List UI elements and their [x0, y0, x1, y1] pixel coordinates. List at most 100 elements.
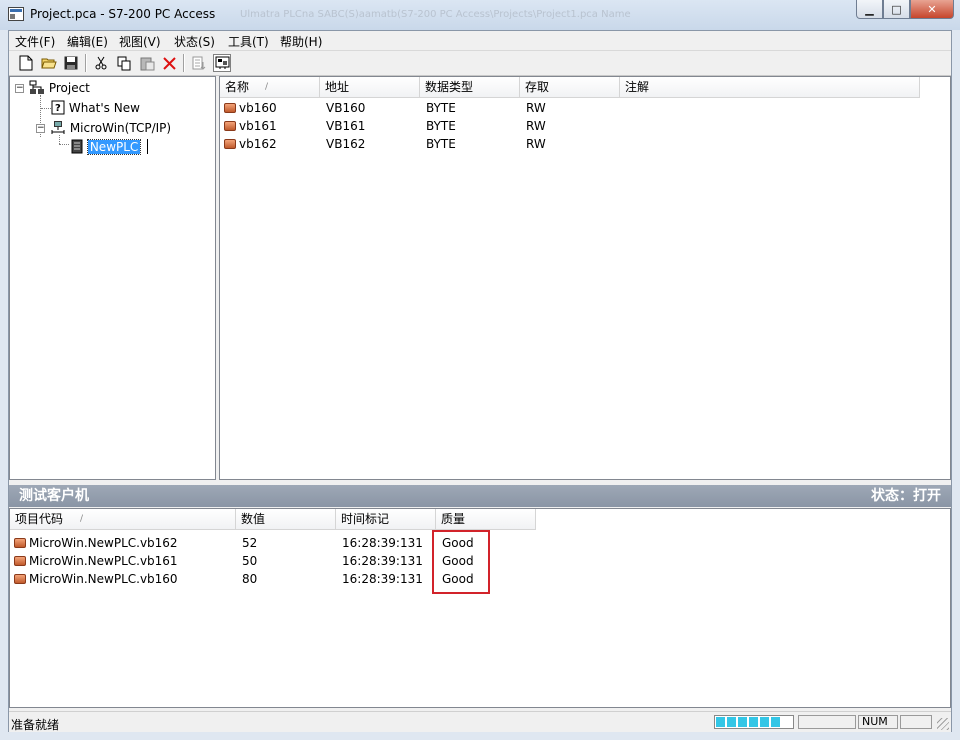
- item-value: 50: [242, 554, 258, 568]
- column-header-timestamp[interactable]: 时间标记: [336, 509, 436, 530]
- tree-guide-line: [41, 108, 51, 109]
- item-access: RW: [526, 101, 546, 115]
- progress-segment: [727, 717, 736, 727]
- item-name: vb160: [239, 101, 277, 115]
- sort-arrow-icon: /: [265, 82, 269, 92]
- tree-label-plc[interactable]: NewPLC: [86, 139, 142, 155]
- cut-button[interactable]: [92, 54, 110, 72]
- project-tree[interactable]: − Project ? What's New − MicroWin(TCP/IP…: [9, 76, 216, 480]
- new-file-icon: [19, 55, 33, 71]
- network-connection-icon: [51, 121, 65, 134]
- column-header-address[interactable]: 地址: [320, 77, 420, 98]
- title-ghost-text: Ulmatra PLCna SABC(S)aamatb(S7-200 PC Ac…: [240, 9, 631, 20]
- delete-button[interactable]: [160, 54, 178, 72]
- tree-guide-line: [59, 144, 69, 145]
- tree-item-plc[interactable]: NewPLC: [70, 139, 142, 155]
- test-client-icon: [215, 56, 229, 69]
- tree-item-whats-new[interactable]: ? What's New: [51, 100, 140, 115]
- tree-collapse-toggle-project[interactable]: −: [15, 84, 24, 93]
- column-header-comment[interactable]: 注解: [620, 77, 920, 98]
- minimize-icon: ▁: [865, 2, 874, 16]
- column-header-label: 项目代码: [15, 512, 64, 526]
- tag-icon: [14, 556, 26, 566]
- menu-bar: 文件(F) 编辑(E) 视图(V) 状态(S) 工具(T) 帮助(H): [9, 31, 951, 51]
- item-datatype: BYTE: [426, 137, 456, 151]
- column-header-label: 数据类型: [425, 80, 474, 94]
- tag-icon: [14, 574, 26, 584]
- minimize-button[interactable]: ▁: [856, 0, 883, 19]
- project-icon: [29, 80, 44, 94]
- close-button[interactable]: ✕: [910, 0, 954, 19]
- progress-segment: [738, 717, 747, 727]
- menu-status[interactable]: 状态(S): [174, 33, 215, 50]
- column-header-label: 时间标记: [341, 512, 390, 526]
- toolbar-separator: [183, 54, 185, 72]
- plc-icon: [71, 139, 83, 154]
- item-timestamp: 16:28:39:131: [342, 572, 423, 586]
- new-file-button[interactable]: [17, 54, 35, 72]
- column-header-name[interactable]: 名称 /: [220, 77, 320, 98]
- test-client-button[interactable]: [213, 54, 231, 72]
- item-timestamp: 16:28:39:131: [342, 536, 423, 550]
- column-header-item-id[interactable]: 项目代码 /: [10, 509, 236, 530]
- column-header-label: 地址: [325, 80, 350, 94]
- item-name-cell: vb161: [224, 119, 277, 133]
- progress-segment: [749, 717, 758, 727]
- toolbar-separator: [85, 54, 87, 72]
- close-icon: ✕: [927, 2, 937, 16]
- column-header-quality[interactable]: 质量: [436, 509, 536, 530]
- item-address: VB160: [326, 101, 366, 115]
- quality-highlight-box: [432, 530, 490, 594]
- item-timestamp: 16:28:39:131: [342, 554, 423, 568]
- paste-button[interactable]: [138, 54, 156, 72]
- tree-label-whats-new: What's New: [68, 101, 140, 115]
- window-controls: ▁ □ ✕: [856, 0, 954, 20]
- menu-view[interactable]: 视图(V): [119, 33, 161, 50]
- menu-file[interactable]: 文件(F): [15, 33, 55, 50]
- menu-tools[interactable]: 工具(T): [228, 33, 269, 50]
- item-address: VB162: [326, 137, 366, 151]
- maximize-button[interactable]: □: [883, 0, 910, 19]
- column-header-datatype[interactable]: 数据类型: [420, 77, 520, 98]
- client-area: 文件(F) 编辑(E) 视图(V) 状态(S) 工具(T) 帮助(H) − Pr…: [8, 30, 952, 732]
- properties-icon: [192, 56, 206, 70]
- tree-item-connection[interactable]: MicroWin(TCP/IP): [50, 120, 171, 135]
- item-id-cell: MicroWin.NewPLC.vb161: [14, 554, 178, 568]
- sort-arrow-icon: /: [80, 514, 84, 524]
- tree-label-project: Project: [48, 81, 90, 95]
- menu-help[interactable]: 帮助(H): [280, 33, 322, 50]
- column-header-access[interactable]: 存取: [520, 77, 620, 98]
- tree-item-project[interactable]: Project: [29, 80, 90, 95]
- tag-icon: [14, 538, 26, 548]
- copy-button[interactable]: [115, 54, 133, 72]
- title-bar[interactable]: Project.pca - S7-200 PC Access Ulmatra P…: [0, 0, 960, 30]
- item-id-cell: MicroWin.NewPLC.vb162: [14, 536, 178, 550]
- item-datatype: BYTE: [426, 101, 456, 115]
- status-pane-empty: [798, 715, 856, 729]
- column-header-label: 质量: [441, 512, 466, 526]
- items-list[interactable]: 名称 / 地址 数据类型 存取 注解 vb160 VB160 BYTE RW v…: [219, 76, 951, 480]
- column-header-value[interactable]: 数值: [236, 509, 336, 530]
- test-client-title: 测试客户机: [19, 488, 89, 504]
- item-id: MicroWin.NewPLC.vb160: [29, 572, 178, 586]
- item-access: RW: [526, 119, 546, 133]
- paste-icon: [140, 57, 154, 70]
- item-name: vb161: [239, 119, 277, 133]
- window-title: Project.pca - S7-200 PC Access: [30, 7, 216, 21]
- resize-grip[interactable]: [937, 718, 949, 730]
- save-icon: [64, 56, 78, 70]
- properties-button[interactable]: [190, 54, 208, 72]
- test-client-list[interactable]: 项目代码 / 数值 时间标记 质量 MicroWin.NewPLC.vb162 …: [9, 508, 951, 708]
- status-pane-empty: [900, 715, 932, 729]
- column-header-label: 数值: [241, 512, 266, 526]
- tree-collapse-toggle-connection[interactable]: −: [36, 124, 45, 133]
- menu-edit[interactable]: 编辑(E): [67, 33, 108, 50]
- save-button[interactable]: [62, 54, 80, 72]
- open-button[interactable]: [40, 54, 58, 72]
- toolbar: [9, 51, 951, 76]
- copy-icon: [117, 56, 130, 70]
- app-icon: [8, 7, 24, 21]
- status-text: 准备就绪: [11, 718, 60, 732]
- maximize-icon: □: [891, 2, 902, 16]
- item-value: 52: [242, 536, 258, 550]
